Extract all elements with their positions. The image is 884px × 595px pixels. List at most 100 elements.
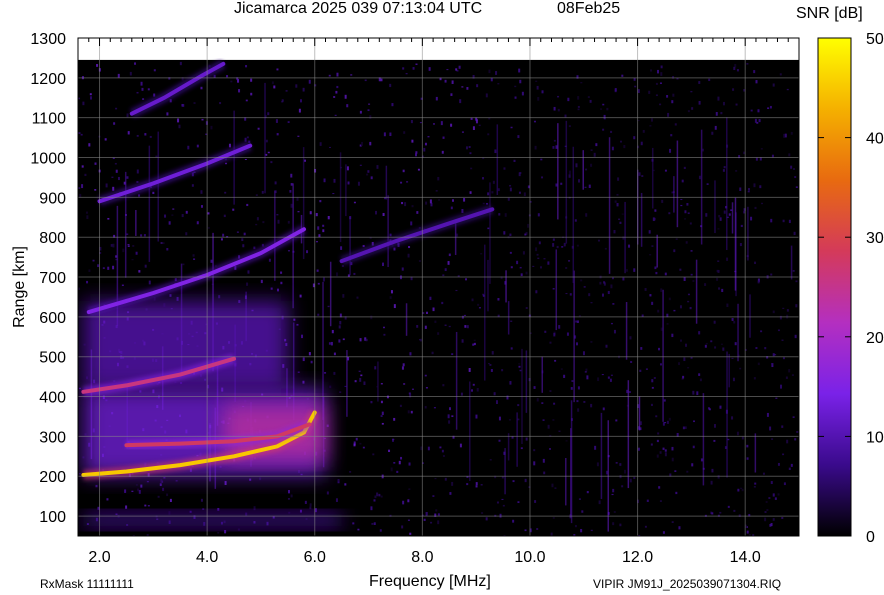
noise-speck	[480, 253, 483, 255]
noise-speck	[689, 222, 692, 225]
noise-speck	[415, 151, 418, 154]
noise-speck	[668, 417, 671, 421]
noise-speck	[788, 369, 791, 373]
noise-speck	[407, 499, 410, 503]
noise-speck	[783, 133, 786, 138]
noise-speck	[771, 363, 774, 365]
noise-speck	[359, 110, 362, 114]
noise-speck	[614, 87, 617, 92]
noise-speck	[444, 79, 447, 83]
noise-speck	[428, 67, 431, 71]
noise-speck	[276, 68, 279, 71]
noise-speck	[614, 200, 617, 203]
noise-speck	[740, 487, 743, 489]
noise-speck	[795, 280, 798, 283]
noise-speck	[615, 462, 618, 464]
noise-speck	[131, 259, 134, 261]
noise-speck	[782, 453, 785, 456]
noise-speck	[788, 219, 791, 224]
noise-speck	[416, 211, 419, 214]
noise-speck	[777, 493, 780, 496]
noise-speck	[148, 280, 151, 285]
noise-speck	[449, 407, 452, 411]
noise-speck	[135, 251, 138, 255]
noise-speck	[566, 332, 569, 336]
noise-speck	[722, 347, 725, 351]
noise-speck	[256, 217, 259, 221]
interference-stripe	[302, 147, 305, 260]
noise-speck	[717, 475, 720, 479]
noise-speck	[430, 521, 433, 524]
noise-speck	[560, 368, 563, 370]
noise-speck	[754, 118, 757, 123]
noise-speck	[792, 270, 795, 272]
noise-speck	[503, 231, 506, 235]
noise-speck	[112, 243, 115, 248]
noise-speck	[298, 108, 301, 113]
noise-speck	[140, 81, 143, 86]
noise-speck	[359, 164, 362, 166]
noise-speck	[447, 261, 450, 265]
noise-speck	[485, 202, 488, 205]
noise-speck	[595, 143, 598, 147]
noise-speck	[210, 125, 213, 130]
noise-speck	[162, 242, 165, 244]
noise-speck	[610, 284, 613, 289]
noise-speck	[597, 239, 600, 242]
noise-speck	[565, 440, 568, 442]
noise-speck	[135, 484, 138, 486]
noise-speck	[425, 311, 428, 314]
y-tick-label: 1200	[30, 71, 66, 88]
noise-speck	[537, 257, 540, 259]
noise-speck	[623, 145, 626, 149]
noise-speck	[675, 238, 678, 240]
noise-speck	[690, 250, 693, 252]
noise-speck	[129, 71, 132, 76]
noise-speck	[576, 244, 579, 247]
noise-speck	[629, 478, 632, 483]
noise-speck	[408, 245, 411, 249]
noise-speck	[471, 298, 474, 302]
noise-speck	[497, 83, 500, 85]
noise-speck	[380, 383, 383, 385]
noise-speck	[552, 419, 555, 421]
noise-speck	[509, 184, 512, 187]
noise-speck	[137, 488, 140, 492]
noise-speck	[246, 282, 249, 286]
noise-speck	[575, 342, 578, 346]
noise-speck	[437, 513, 440, 516]
noise-speck	[577, 105, 580, 108]
noise-speck	[535, 80, 538, 82]
noise-speck	[735, 170, 738, 172]
noise-speck	[754, 482, 757, 485]
noise-speck	[616, 203, 619, 207]
noise-speck	[276, 133, 279, 136]
noise-speck	[514, 85, 517, 88]
noise-speck	[761, 202, 764, 205]
noise-speck	[772, 493, 775, 497]
noise-speck	[84, 173, 87, 177]
interference-stripe	[557, 123, 559, 220]
noise-speck	[590, 302, 593, 304]
noise-speck	[685, 343, 688, 347]
noise-speck	[770, 218, 773, 223]
noise-speck	[335, 498, 338, 502]
noise-speck	[425, 387, 428, 389]
noise-speck	[565, 267, 568, 269]
interference-stripe	[487, 259, 489, 312]
interference-stripe	[702, 393, 705, 486]
noise-speck	[666, 420, 669, 424]
noise-speck	[715, 112, 718, 116]
noise-speck	[561, 246, 564, 248]
noise-speck	[683, 166, 686, 170]
noise-speck	[466, 86, 469, 90]
noise-speck	[171, 214, 174, 216]
noise-speck	[661, 199, 664, 203]
noise-speck	[297, 135, 300, 137]
interference-stripe	[541, 356, 543, 393]
noise-speck	[200, 498, 203, 502]
noise-speck	[382, 212, 385, 217]
noise-speck	[659, 363, 662, 366]
noise-speck	[521, 91, 524, 96]
noise-speck	[359, 338, 362, 342]
